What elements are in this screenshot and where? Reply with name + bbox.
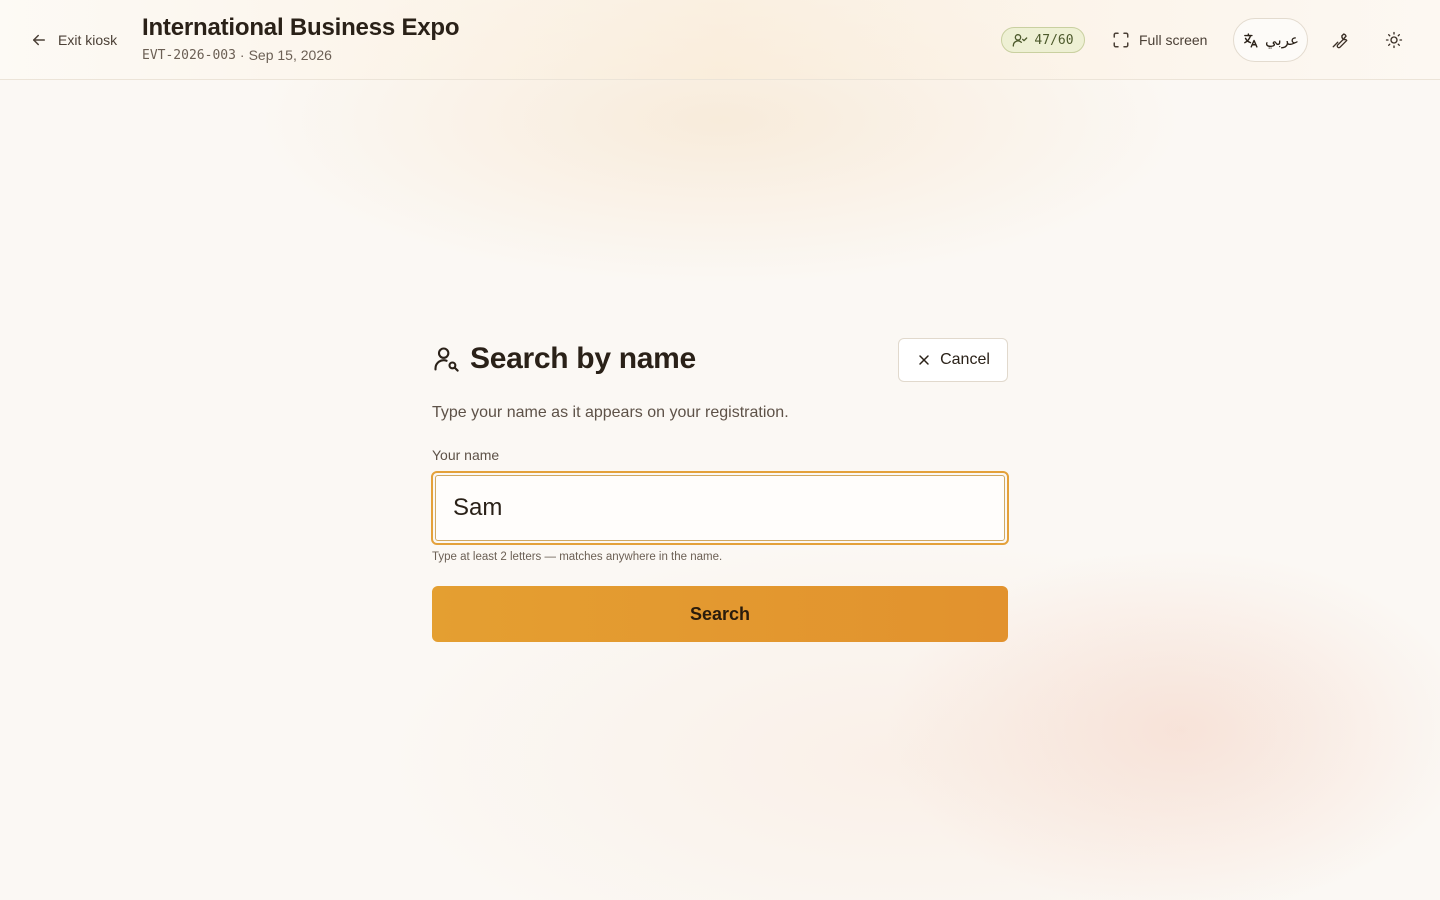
user-search-icon: [434, 347, 459, 372]
name-field-hint: Type at least 2 letters — matches anywhe…: [432, 551, 723, 563]
language-label: عربي: [1265, 32, 1299, 49]
panel-title: Search by name: [470, 342, 696, 375]
search-button[interactable]: Search: [432, 586, 1008, 642]
panel-heading-row: Search by name Cancel: [432, 338, 1008, 382]
arrow-left-icon: [33, 34, 45, 46]
cancel-label: Cancel: [940, 351, 990, 368]
wrench-icon: [1332, 33, 1348, 49]
attendance-badge: 47/60: [1001, 27, 1085, 53]
theme-toggle-button[interactable]: [1376, 22, 1412, 58]
settings-wrench-button[interactable]: [1322, 22, 1358, 58]
name-field-focus-ring: [431, 471, 1009, 545]
search-by-name-panel: Search by name Cancel Type your name as …: [431, 338, 1009, 642]
event-code: EVT-2026-003: [142, 47, 236, 63]
panel-description: Type your name as it appears on your reg…: [432, 404, 789, 421]
exit-kiosk-button[interactable]: Exit kiosk: [30, 27, 117, 53]
name-input[interactable]: [435, 475, 1005, 541]
meta-separator: ·: [239, 47, 245, 63]
name-field-label: Your name: [432, 447, 500, 463]
users-icon: [1013, 34, 1028, 47]
panel-heading: Search by name: [432, 342, 696, 376]
fullscreen-icon: [1113, 32, 1129, 48]
event-title: International Business Expo: [142, 14, 460, 41]
translate-icon: [1244, 32, 1258, 48]
attendance-count: 47/60: [1034, 32, 1074, 48]
event-meta: EVT-2026-003 · Sep 15, 2026: [142, 47, 332, 63]
background-gradient: [0, 0, 1440, 900]
sun-icon: [1385, 31, 1403, 49]
fullscreen-label: Full screen: [1139, 32, 1208, 48]
language-toggle-button[interactable]: عربي: [1233, 18, 1308, 62]
exit-kiosk-label: Exit kiosk: [58, 32, 118, 48]
event-date: Sep 15, 2026: [248, 47, 332, 63]
close-icon: [919, 355, 929, 365]
cancel-button[interactable]: Cancel: [898, 338, 1008, 382]
kiosk-header: Exit kiosk International Business Expo E…: [0, 0, 1440, 80]
fullscreen-button[interactable]: Full screen: [1112, 27, 1207, 53]
